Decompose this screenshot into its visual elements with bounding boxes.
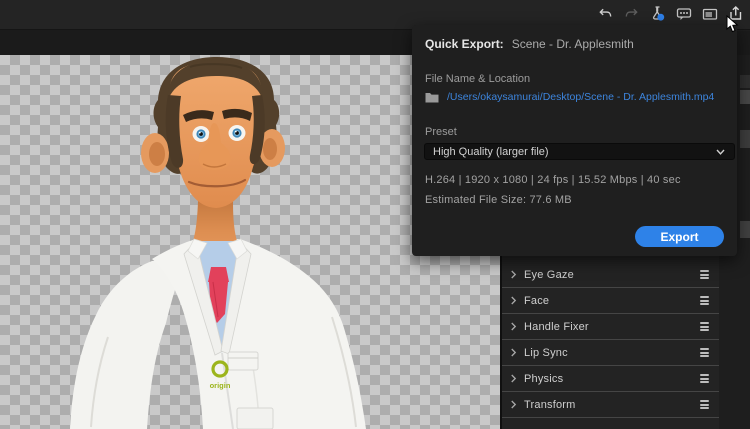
panel-row-lip-sync[interactable]: Lip Sync	[502, 340, 719, 366]
comments-icon[interactable]	[675, 5, 692, 22]
popup-title-label: Quick Export:	[425, 37, 504, 51]
lab-flask-icon[interactable]	[649, 5, 666, 22]
menu-icon[interactable]	[700, 270, 709, 281]
panel-row-label: Lip Sync	[524, 346, 568, 359]
panel-row-label: Face	[524, 294, 550, 307]
preset-dropdown[interactable]: High Quality (larger file)	[424, 143, 735, 160]
hidden-row-fragment	[740, 221, 750, 238]
chevron-down-icon	[716, 149, 725, 155]
folder-icon	[425, 92, 439, 102]
app-window: origin Eye Gaze Face Handle Fixer Lip Sy…	[0, 0, 750, 429]
quick-export-popup: Quick Export: Scene - Dr. Applesmith File…	[412, 25, 737, 256]
chevron-right-icon	[511, 322, 517, 331]
coat-torso	[152, 239, 366, 429]
panel-row-label: Transform	[524, 398, 576, 411]
chevron-right-icon	[511, 296, 517, 305]
menu-icon[interactable]	[700, 296, 709, 307]
panel-row-label: Handle Fixer	[524, 320, 589, 333]
chevron-right-icon	[511, 348, 517, 357]
panel-row-physics[interactable]: Physics	[502, 366, 719, 392]
menu-icon[interactable]	[700, 322, 709, 333]
file-path-link[interactable]: /Users/okaysamurai/Desktop/Scene - Dr. A…	[447, 91, 714, 103]
scene-name: Scene - Dr. Applesmith	[511, 37, 634, 51]
panel-row-face[interactable]: Face	[502, 288, 719, 314]
chevron-right-icon	[511, 374, 517, 383]
chevron-right-icon	[511, 270, 517, 279]
coat-left-arm	[70, 261, 186, 429]
panel-row-eye-gaze[interactable]: Eye Gaze	[502, 262, 719, 288]
menu-icon[interactable]	[700, 348, 709, 359]
panel-row-transform[interactable]: Transform	[502, 392, 719, 418]
panel-row-label: Eye Gaze	[524, 268, 574, 281]
left-eye	[192, 126, 210, 142]
chevron-right-icon	[511, 400, 517, 409]
menu-icon[interactable]	[700, 374, 709, 385]
file-path-row[interactable]: /Users/okaysamurai/Desktop/Scene - Dr. A…	[425, 91, 714, 103]
panels-icon[interactable]	[701, 5, 718, 22]
redo-icon[interactable]	[623, 5, 640, 22]
behavior-list: Eye Gaze Face Handle Fixer Lip Sync Phys	[502, 262, 719, 418]
right-eye	[228, 125, 246, 141]
tie-knot	[208, 267, 229, 282]
menu-icon[interactable]	[700, 400, 709, 411]
export-button[interactable]: Export	[635, 226, 724, 247]
undo-icon[interactable]	[597, 5, 614, 22]
hidden-row-fragment	[740, 130, 750, 148]
coat-logo-text: origin	[210, 381, 231, 390]
coat-lower-pocket	[236, 407, 274, 429]
hidden-row-fragment	[740, 75, 750, 88]
panel-row-handle-fixer[interactable]: Handle Fixer	[502, 314, 719, 340]
coat-breast-pocket	[227, 351, 259, 371]
hidden-row-fragment	[740, 90, 750, 104]
export-specs: H.264 | 1920 x 1080 | 24 fps | 15.52 Mbp…	[425, 174, 681, 186]
estimated-file-size: Estimated File Size: 77.6 MB	[425, 194, 572, 206]
file-section-label: File Name & Location	[425, 73, 531, 85]
preset-value: High Quality (larger file)	[433, 145, 549, 158]
popup-title: Quick Export: Scene - Dr. Applesmith	[425, 37, 634, 51]
preset-label: Preset	[425, 126, 457, 138]
quick-export-icon[interactable]	[727, 5, 744, 22]
panel-row-label: Physics	[524, 372, 564, 385]
